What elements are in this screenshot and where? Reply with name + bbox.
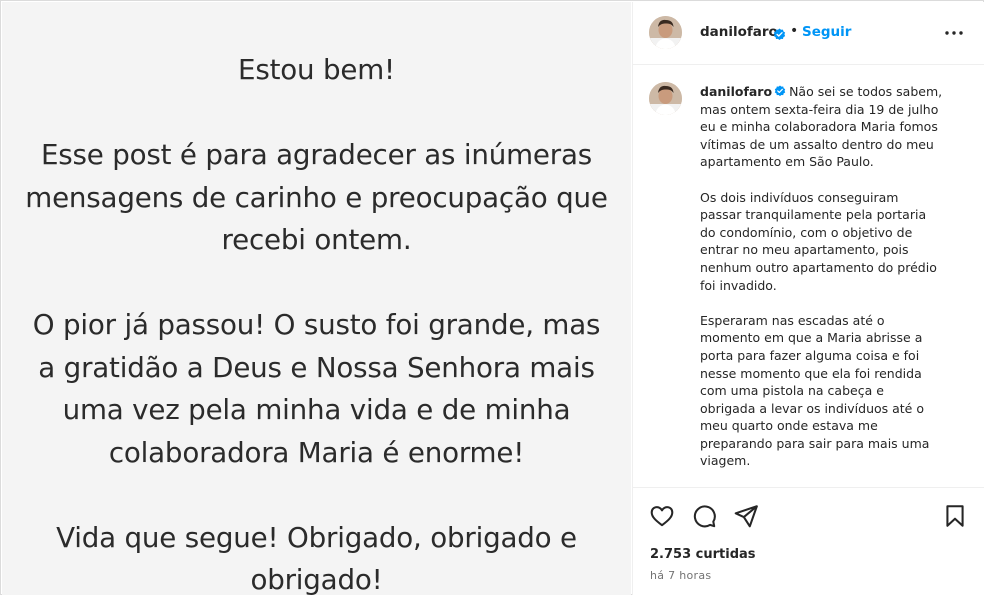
- caption-paragraph: danilofaro Não sei se todos sabem, mas ont…: [700, 83, 975, 171]
- post-window: Estou bem! Esse post é para agradecer as…: [0, 0, 984, 595]
- caption-line: nenhum outro apartamento do prédio: [700, 259, 937, 275]
- post-sidebar: danilofaro • Seguir danilofaro Não sei s…: [632, 2, 984, 595]
- post-caption: danilofaro Não sei se todos sabem, mas ont…: [700, 83, 975, 470]
- follow-button[interactable]: Seguir: [802, 24, 851, 40]
- heart-icon[interactable]: [649, 503, 675, 529]
- caption-area: danilofaro Não sei se todos sabem, mas ont…: [633, 66, 984, 487]
- post-timestamp[interactable]: há 7 horas: [650, 569, 711, 582]
- verified-badge-icon: [773, 26, 786, 41]
- post-header: danilofaro • Seguir: [633, 2, 984, 65]
- separator-dot: •: [790, 23, 799, 39]
- post-image-line: mensagens de carinho e preocupação que: [25, 180, 608, 214]
- caption-line: entrar no meu apartamento, pois: [700, 242, 909, 258]
- caption-line: Esperaram nas escadas até o: [700, 312, 885, 328]
- caption-line: preparando para sair para mais uma: [700, 435, 930, 451]
- caption-avatar[interactable]: [649, 82, 682, 115]
- header-username[interactable]: danilofaro: [700, 24, 778, 40]
- post-image-blank-line: [2, 262, 631, 305]
- caption-line: apartamento em São Paulo.: [700, 154, 874, 170]
- caption-line: meu quarto onde estava me: [700, 418, 878, 434]
- post-image-line: Esse post é para agradecer as inúmeras: [40, 138, 593, 171]
- caption-line: eu e minha colaboradora Maria fomos: [700, 119, 938, 135]
- caption-line: momento em que a Maria abrisse a: [700, 330, 923, 346]
- post-actions: 2.753 curtidas há 7 horas: [633, 487, 984, 595]
- avatar[interactable]: [649, 16, 682, 49]
- caption-line: passar tranquilamente pela portaria: [700, 207, 927, 223]
- caption-line: obrigada a levar os indivíduos até o: [700, 400, 924, 416]
- post-image-line: uma vez pela minha vida e de minha: [62, 393, 571, 426]
- post-image-line: a gratidão a Deus e Nossa Senhora mais: [38, 350, 595, 384]
- post-image-line: obrigado!: [250, 563, 383, 595]
- more-horizontal-icon[interactable]: [942, 23, 966, 43]
- caption-first-line: danilofaro Não sei se todos sabem,: [700, 83, 975, 101]
- likes-count[interactable]: 2.753 curtidas: [650, 547, 756, 562]
- caption-line: com uma pistola na cabeça e: [700, 383, 884, 399]
- caption-line-text: Não sei se todos sabem,: [789, 84, 943, 99]
- caption-line: foi invadido.: [700, 277, 777, 293]
- comment-icon[interactable]: [691, 503, 717, 529]
- caption-line: viagem.: [700, 453, 751, 469]
- caption-paragraph: Os dois indivíduos conseguiram passar tra…: [700, 189, 975, 295]
- post-image-line: colaboradora Maria é enorme!: [108, 435, 525, 469]
- post-image-line: recebi ontem.: [221, 223, 412, 256]
- caption-line: porta para fazer alguma coisa e foi: [700, 347, 920, 363]
- verified-badge-icon: [774, 84, 786, 97]
- caption-line: vítimas de um assalto dentro do meu: [700, 136, 934, 152]
- caption-line: mas ontem sexta-feira dia 19 de julho: [700, 101, 939, 117]
- caption-line: nesse momento que ela foi rendida: [700, 365, 922, 381]
- post-image-text: Estou bem! Esse post é para agradecer as…: [2, 49, 631, 595]
- post-image-line: O pior já passou! O susto foi grande, ma…: [32, 308, 601, 341]
- caption-username[interactable]: danilofaro: [700, 84, 772, 99]
- post-image-blank-line: [2, 92, 631, 135]
- post-image[interactable]: Estou bem! Esse post é para agradecer as…: [2, 2, 631, 595]
- caption-paragraph: Esperaram nas escadas até o momento em qu…: [700, 312, 975, 470]
- post-image-blank-line: [2, 474, 631, 517]
- bookmark-icon[interactable]: [942, 503, 968, 529]
- caption-line: do condomínio, com o objetivo de: [700, 224, 913, 240]
- caption-line: Os dois indivíduos conseguiram: [700, 189, 899, 205]
- post-image-line: Vida que segue! Obrigado, obrigado e: [56, 520, 577, 554]
- share-icon[interactable]: [733, 503, 759, 529]
- post-image-line: Estou bem!: [238, 53, 395, 86]
